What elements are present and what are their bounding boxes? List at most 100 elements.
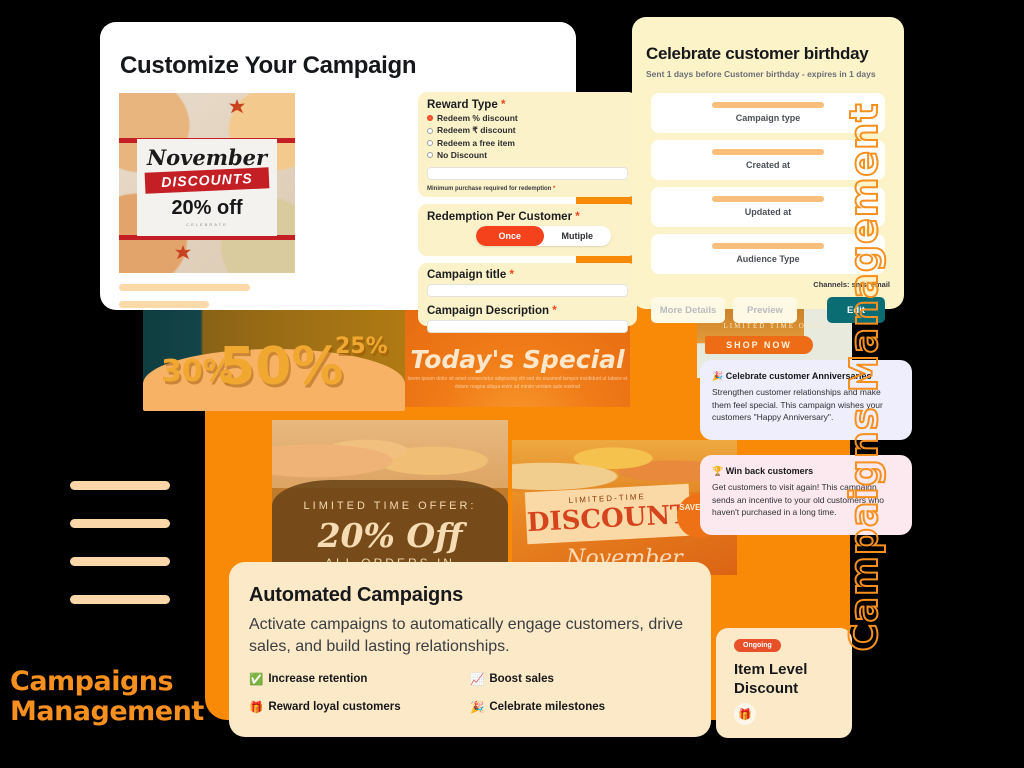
campaign-title-label: Campaign title * (427, 269, 628, 281)
more-details-button[interactable]: More Details (651, 297, 725, 323)
promo-percent-50: 50% (219, 337, 344, 397)
decorative-bars (70, 481, 170, 633)
radio-icon[interactable] (427, 140, 433, 146)
placeholder-bar (119, 301, 209, 308)
feature-label: Increase retention (268, 673, 368, 685)
redemption-per-customer-field: Redemption Per Customer * Once Mutiple (418, 204, 637, 256)
birthday-card-title: Celebrate customer birthday (646, 44, 869, 63)
campaign-description-label: Campaign Description * (427, 305, 628, 317)
required-asterisk: * (509, 269, 514, 281)
leaf-icon (175, 245, 191, 260)
campaign-details-field: Campaign title * Campaign Description * (418, 263, 637, 333)
poster-footnote: CELEBRATE (186, 222, 228, 227)
radio-label: Redeem ₹ discount (437, 125, 516, 135)
automated-campaigns-title: Automated Campaigns (249, 584, 464, 606)
minimum-purchase-input[interactable] (427, 167, 628, 180)
feature-label: Reward loyal customers (268, 701, 401, 713)
feature-boost-sales: 📈 Boost sales (470, 672, 691, 686)
radio-label: Redeem % discount (437, 113, 518, 123)
preview-button[interactable]: Preview (733, 297, 797, 323)
toggle-option-multiple[interactable]: Mutiple (544, 226, 612, 246)
radio-option-redeem-percent[interactable]: Redeem % discount (427, 113, 628, 123)
campaign-poster-image: November DISCOUNTS 20% off CELEBRATE (119, 93, 295, 273)
trophy-icon: 🏆 (712, 466, 724, 476)
radio-option-free-item[interactable]: Redeem a free item (427, 138, 628, 148)
chart-up-icon: 📈 (470, 674, 485, 686)
wordmark-bottom-left: Campaigns Management (10, 667, 204, 727)
poster-ribbon: DISCOUNTS (144, 167, 270, 194)
promo-shop-small: LIMITED TIME ONLY (723, 322, 826, 330)
radio-icon[interactable] (427, 127, 433, 134)
radio-icon[interactable] (427, 115, 433, 121)
page-root: 30% 50% 25% Today's Special Today's Spec… (0, 0, 1024, 768)
poster-month: November (146, 145, 268, 170)
placeholder-pill (712, 102, 824, 108)
minimum-purchase-hint: Minimum purchase required for redemption… (427, 186, 628, 192)
radio-icon[interactable] (427, 152, 433, 158)
party-popper-icon: 🎉 (470, 702, 485, 714)
feature-increase-retention: ✅ Increase retention (249, 672, 470, 686)
campaign-description-label-text: Campaign Description (427, 305, 550, 317)
radio-option-redeem-currency[interactable]: Redeem ₹ discount (427, 125, 628, 136)
promo-burger-line2: 20% Off (317, 516, 463, 555)
leaf-icon (229, 99, 245, 114)
placeholder-pill (712, 196, 824, 202)
reward-type-label-text: Reward Type (427, 99, 498, 111)
promo-burger-line1: LIMITED TIME OFFER: (303, 500, 477, 512)
minimum-purchase-hint-text: Minimum purchase required for redemption (427, 186, 552, 192)
required-asterisk: * (552, 305, 557, 317)
automated-campaigns-description: Activate campaigns to automatically enga… (249, 616, 683, 655)
feature-celebrate-milestones: 🎉 Celebrate milestones (470, 700, 691, 714)
automated-campaigns-features: ✅ Increase retention 📈 Boost sales 🎁 Rew… (249, 672, 691, 714)
check-box-icon: ✅ (249, 674, 264, 686)
placeholder-pill (712, 243, 824, 249)
party-popper-icon: 🎉 (712, 371, 724, 381)
decorative-bar (70, 595, 170, 604)
radio-label: No Discount (437, 150, 488, 160)
feature-reward-loyal-customers: 🎁 Reward loyal customers (249, 700, 470, 714)
item-card-title-line2: Discount (734, 680, 799, 697)
poster-inner-panel: November DISCOUNTS 20% off CELEBRATE (137, 139, 277, 236)
decorative-bar (70, 519, 170, 528)
redemption-label-text: Redemption Per Customer (427, 211, 573, 223)
item-card-title-line1: Item Level (734, 661, 808, 678)
promo-today-body: lorem ipsum dolor sit amet consectetur a… (407, 376, 628, 390)
page-title: Customize Your Campaign (120, 52, 417, 79)
gift-icon: 🎁 (734, 703, 756, 725)
customize-campaign-card: Customize Your Campaign November DISCOUN… (100, 22, 637, 333)
feature-label: Boost sales (489, 673, 554, 685)
radio-label: Redeem a free item (437, 138, 515, 148)
reward-type-field: Reward Type * Redeem % discount Redeem ₹… (418, 92, 637, 197)
promo-shop-button: SHOP NOW (705, 336, 813, 354)
decorative-bar (70, 557, 170, 566)
status-badge: Ongoing (734, 639, 781, 652)
promo-burger-photo (272, 420, 508, 488)
promo-tile-burger-offer: LIMITED TIME OFFER: 20% Off ALL ORDERS I… (272, 420, 508, 575)
wordmark-line2: Management (10, 696, 204, 727)
feature-label: Celebrate milestones (489, 701, 606, 713)
wordmark-right-vertical: Campaigns Management (841, 102, 887, 653)
toggle-option-once[interactable]: Once (476, 226, 544, 246)
info-card-heading-text: Win back customers (725, 466, 814, 476)
required-asterisk: * (575, 211, 580, 223)
campaign-title-input[interactable] (427, 284, 628, 297)
promo-shop-button-label: SHOP NOW (726, 340, 792, 350)
decorative-bar (70, 481, 170, 490)
redemption-toggle[interactable]: Once Mutiple (476, 226, 611, 246)
wordmark-line1: Campaigns (10, 666, 174, 697)
promo-today-headline: Today's Special (410, 345, 625, 374)
required-asterisk: * (500, 99, 506, 111)
promo-discount-band: LIMITED-TIME DISCOUNT (524, 483, 692, 545)
placeholder-bar (119, 284, 250, 291)
gift-icon: 🎁 (249, 702, 264, 714)
item-level-discount-card[interactable]: Ongoing Item Level Discount 🎁 (716, 628, 852, 738)
required-asterisk: * (553, 186, 556, 192)
promo-percent-25: 25% (335, 334, 388, 359)
placeholder-pill (712, 149, 824, 155)
reward-type-label: Reward Type * (427, 99, 628, 111)
item-card-title: Item Level Discount (734, 660, 807, 698)
radio-option-no-discount[interactable]: No Discount (427, 150, 628, 160)
campaign-description-input[interactable] (427, 320, 628, 333)
poster-ribbon-label: DISCOUNTS (160, 170, 254, 190)
automated-campaigns-card: Automated Campaigns Activate campaigns t… (229, 562, 711, 737)
